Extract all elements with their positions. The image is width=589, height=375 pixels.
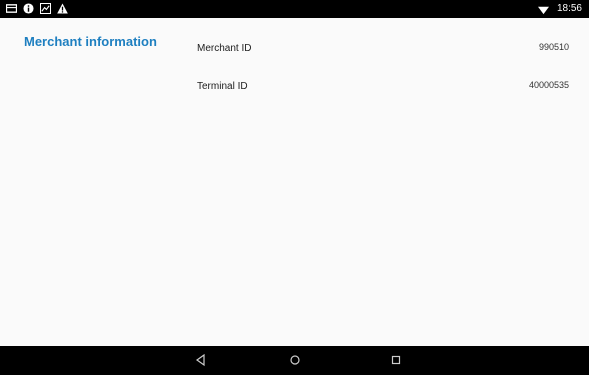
- section-title: Merchant information: [24, 34, 157, 49]
- back-icon[interactable]: [193, 352, 209, 368]
- status-bar: 18:56: [0, 0, 589, 18]
- terminal-id-row: Terminal ID 40000535: [197, 78, 569, 98]
- merchant-id-row: Merchant ID 990510: [197, 40, 569, 60]
- terminal-id-value: 40000535: [528, 80, 569, 90]
- navigation-bar: [0, 346, 589, 375]
- wifi-icon: [537, 6, 549, 14]
- status-time: 18:56: [556, 3, 582, 14]
- home-icon[interactable]: [287, 352, 303, 368]
- merchant-id-value: 990510: [538, 42, 569, 52]
- image-icon: [40, 3, 51, 14]
- recents-icon[interactable]: [388, 352, 404, 368]
- merchant-id-label: Merchant ID: [197, 43, 252, 54]
- status-icons-right: 18:56: [537, 2, 582, 16]
- info-icon: [23, 3, 34, 14]
- sim-card-icon: [6, 4, 17, 13]
- status-icons-left: [6, 3, 68, 14]
- warning-icon: [57, 3, 68, 14]
- terminal-id-label: Terminal ID: [197, 81, 248, 92]
